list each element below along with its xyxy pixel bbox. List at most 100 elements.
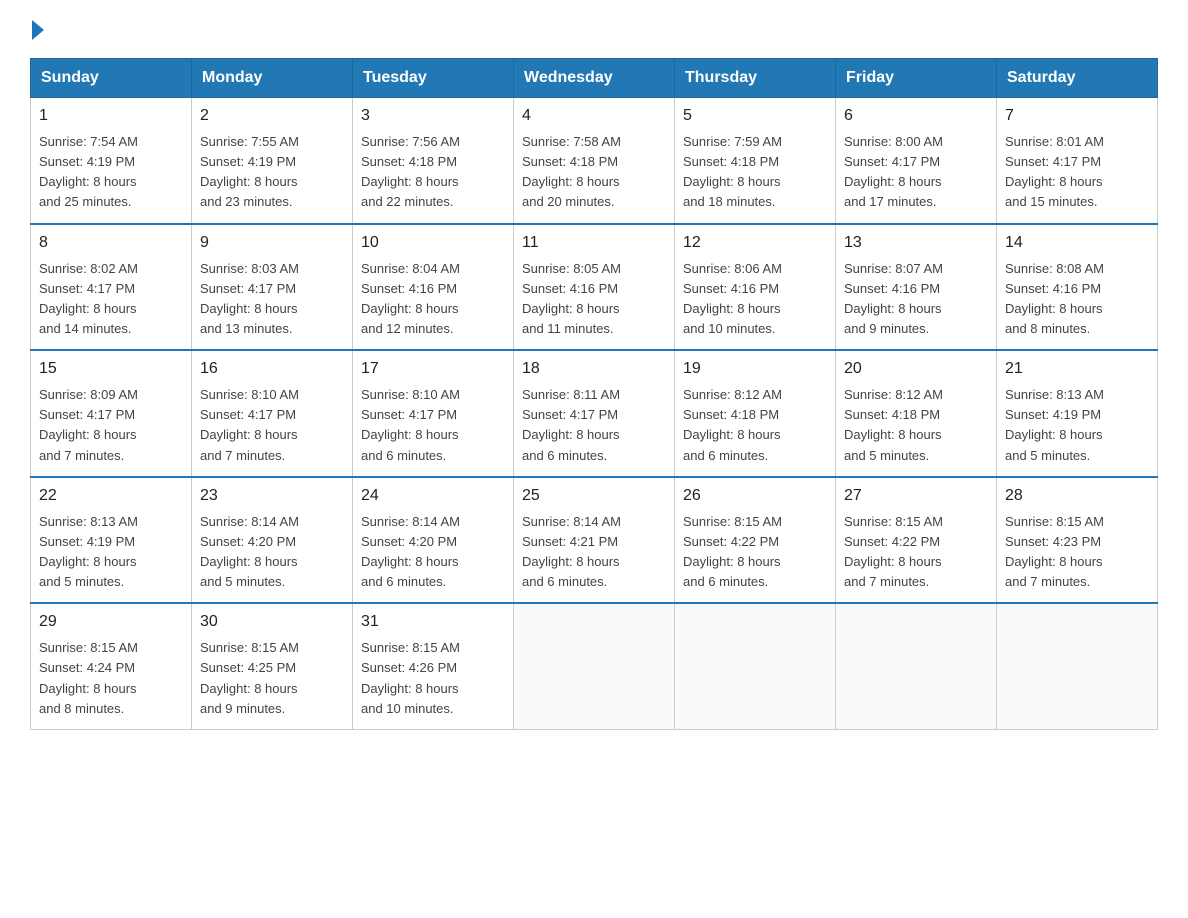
- calendar-cell: 7 Sunrise: 8:01 AMSunset: 4:17 PMDaylight…: [997, 98, 1158, 224]
- day-number: 19: [683, 357, 827, 381]
- calendar-week-row: 22 Sunrise: 8:13 AMSunset: 4:19 PMDayligh…: [31, 477, 1158, 604]
- day-number: 16: [200, 357, 344, 381]
- day-info: Sunrise: 8:14 AMSunset: 4:20 PMDaylight:…: [200, 512, 344, 593]
- day-number: 24: [361, 484, 505, 508]
- calendar-week-row: 1 Sunrise: 7:54 AMSunset: 4:19 PMDaylight…: [31, 98, 1158, 224]
- calendar-cell: 24 Sunrise: 8:14 AMSunset: 4:20 PMDayligh…: [353, 477, 514, 604]
- day-info: Sunrise: 8:04 AMSunset: 4:16 PMDaylight:…: [361, 259, 505, 340]
- calendar-cell: 10 Sunrise: 8:04 AMSunset: 4:16 PMDayligh…: [353, 224, 514, 351]
- day-number: 15: [39, 357, 183, 381]
- calendar-week-row: 15Sunrise: 8:09 AMSunset: 4:17 PMDayligh…: [31, 350, 1158, 477]
- day-number: 31: [361, 610, 505, 634]
- calendar-week-row: 8 Sunrise: 8:02 AMSunset: 4:17 PMDaylight…: [31, 224, 1158, 351]
- calendar-week-row: 29 Sunrise: 8:15 AMSunset: 4:24 PMDayligh…: [31, 603, 1158, 729]
- day-info: Sunrise: 8:11 AMSunset: 4:17 PMDaylight:…: [522, 385, 666, 466]
- calendar-cell: [836, 603, 997, 729]
- day-number: 17: [361, 357, 505, 381]
- day-number: 21: [1005, 357, 1149, 381]
- day-info: Sunrise: 7:59 AMSunset: 4:18 PMDaylight:…: [683, 132, 827, 213]
- day-info: Sunrise: 7:58 AMSunset: 4:18 PMDaylight:…: [522, 132, 666, 213]
- day-info: Sunrise: 8:12 AMSunset: 4:18 PMDaylight:…: [683, 385, 827, 466]
- day-info: Sunrise: 8:07 AMSunset: 4:16 PMDaylight:…: [844, 259, 988, 340]
- day-number: 27: [844, 484, 988, 508]
- day-number: 1: [39, 104, 183, 128]
- day-info: Sunrise: 8:14 AMSunset: 4:21 PMDaylight:…: [522, 512, 666, 593]
- calendar-cell: 2 Sunrise: 7:55 AMSunset: 4:19 PMDaylight…: [192, 98, 353, 224]
- day-number: 26: [683, 484, 827, 508]
- day-info: Sunrise: 8:05 AMSunset: 4:16 PMDaylight:…: [522, 259, 666, 340]
- calendar-cell: 15Sunrise: 8:09 AMSunset: 4:17 PMDayligh…: [31, 350, 192, 477]
- day-number: 4: [522, 104, 666, 128]
- day-number: 3: [361, 104, 505, 128]
- day-number: 29: [39, 610, 183, 634]
- day-number: 2: [200, 104, 344, 128]
- calendar-cell: 6 Sunrise: 8:00 AMSunset: 4:17 PMDaylight…: [836, 98, 997, 224]
- day-number: 22: [39, 484, 183, 508]
- day-info: Sunrise: 8:13 AMSunset: 4:19 PMDaylight:…: [39, 512, 183, 593]
- day-info: Sunrise: 8:10 AMSunset: 4:17 PMDaylight:…: [200, 385, 344, 466]
- day-number: 6: [844, 104, 988, 128]
- day-info: Sunrise: 8:15 AMSunset: 4:22 PMDaylight:…: [844, 512, 988, 593]
- page-header: [30, 20, 1158, 40]
- day-info: Sunrise: 8:15 AMSunset: 4:26 PMDaylight:…: [361, 638, 505, 719]
- calendar-cell: 25Sunrise: 8:14 AMSunset: 4:21 PMDayligh…: [514, 477, 675, 604]
- day-info: Sunrise: 8:15 AMSunset: 4:22 PMDaylight:…: [683, 512, 827, 593]
- calendar-cell: 27 Sunrise: 8:15 AMSunset: 4:22 PMDayligh…: [836, 477, 997, 604]
- weekday-header-thursday: Thursday: [675, 59, 836, 98]
- calendar-table: SundayMondayTuesdayWednesdayThursdayFrid…: [30, 58, 1158, 730]
- calendar-header-row: SundayMondayTuesdayWednesdayThursdayFrid…: [31, 59, 1158, 98]
- calendar-cell: 28Sunrise: 8:15 AMSunset: 4:23 PMDayligh…: [997, 477, 1158, 604]
- day-number: 8: [39, 231, 183, 255]
- calendar-cell: [997, 603, 1158, 729]
- day-info: Sunrise: 8:08 AMSunset: 4:16 PMDaylight:…: [1005, 259, 1149, 340]
- calendar-cell: 16 Sunrise: 8:10 AMSunset: 4:17 PMDayligh…: [192, 350, 353, 477]
- day-number: 14: [1005, 231, 1149, 255]
- calendar-cell: 14 Sunrise: 8:08 AMSunset: 4:16 PMDayligh…: [997, 224, 1158, 351]
- calendar-cell: 13Sunrise: 8:07 AMSunset: 4:16 PMDayligh…: [836, 224, 997, 351]
- calendar-cell: 30 Sunrise: 8:15 AMSunset: 4:25 PMDayligh…: [192, 603, 353, 729]
- calendar-cell: 3Sunrise: 7:56 AMSunset: 4:18 PMDaylight…: [353, 98, 514, 224]
- calendar-cell: 22 Sunrise: 8:13 AMSunset: 4:19 PMDayligh…: [31, 477, 192, 604]
- day-number: 7: [1005, 104, 1149, 128]
- day-number: 30: [200, 610, 344, 634]
- calendar-cell: 9Sunrise: 8:03 AMSunset: 4:17 PMDaylight…: [192, 224, 353, 351]
- day-number: 10: [361, 231, 505, 255]
- day-info: Sunrise: 8:10 AMSunset: 4:17 PMDaylight:…: [361, 385, 505, 466]
- day-info: Sunrise: 8:02 AMSunset: 4:17 PMDaylight:…: [39, 259, 183, 340]
- calendar-cell: [675, 603, 836, 729]
- weekday-header-sunday: Sunday: [31, 59, 192, 98]
- calendar-cell: 18 Sunrise: 8:11 AMSunset: 4:17 PMDayligh…: [514, 350, 675, 477]
- day-number: 18: [522, 357, 666, 381]
- calendar-cell: 11Sunrise: 8:05 AMSunset: 4:16 PMDayligh…: [514, 224, 675, 351]
- day-number: 9: [200, 231, 344, 255]
- calendar-cell: 20 Sunrise: 8:12 AMSunset: 4:18 PMDayligh…: [836, 350, 997, 477]
- day-info: Sunrise: 8:14 AMSunset: 4:20 PMDaylight:…: [361, 512, 505, 593]
- day-info: Sunrise: 8:15 AMSunset: 4:25 PMDaylight:…: [200, 638, 344, 719]
- day-info: Sunrise: 8:12 AMSunset: 4:18 PMDaylight:…: [844, 385, 988, 466]
- calendar-cell: 21 Sunrise: 8:13 AMSunset: 4:19 PMDayligh…: [997, 350, 1158, 477]
- day-number: 12: [683, 231, 827, 255]
- calendar-cell: 12Sunrise: 8:06 AMSunset: 4:16 PMDayligh…: [675, 224, 836, 351]
- weekday-header-monday: Monday: [192, 59, 353, 98]
- logo: [30, 20, 44, 40]
- day-info: Sunrise: 8:13 AMSunset: 4:19 PMDaylight:…: [1005, 385, 1149, 466]
- calendar-cell: 17 Sunrise: 8:10 AMSunset: 4:17 PMDayligh…: [353, 350, 514, 477]
- day-info: Sunrise: 8:01 AMSunset: 4:17 PMDaylight:…: [1005, 132, 1149, 213]
- weekday-header-wednesday: Wednesday: [514, 59, 675, 98]
- day-info: Sunrise: 8:15 AMSunset: 4:24 PMDaylight:…: [39, 638, 183, 719]
- day-number: 23: [200, 484, 344, 508]
- calendar-cell: 8 Sunrise: 8:02 AMSunset: 4:17 PMDaylight…: [31, 224, 192, 351]
- calendar-cell: [514, 603, 675, 729]
- weekday-header-tuesday: Tuesday: [353, 59, 514, 98]
- day-number: 28: [1005, 484, 1149, 508]
- calendar-cell: 23 Sunrise: 8:14 AMSunset: 4:20 PMDayligh…: [192, 477, 353, 604]
- calendar-cell: 29 Sunrise: 8:15 AMSunset: 4:24 PMDayligh…: [31, 603, 192, 729]
- calendar-cell: 5 Sunrise: 7:59 AMSunset: 4:18 PMDaylight…: [675, 98, 836, 224]
- day-number: 5: [683, 104, 827, 128]
- day-info: Sunrise: 8:00 AMSunset: 4:17 PMDaylight:…: [844, 132, 988, 213]
- day-number: 20: [844, 357, 988, 381]
- logo-blue-text: [30, 20, 44, 40]
- weekday-header-friday: Friday: [836, 59, 997, 98]
- day-info: Sunrise: 7:55 AMSunset: 4:19 PMDaylight:…: [200, 132, 344, 213]
- day-info: Sunrise: 7:54 AMSunset: 4:19 PMDaylight:…: [39, 132, 183, 213]
